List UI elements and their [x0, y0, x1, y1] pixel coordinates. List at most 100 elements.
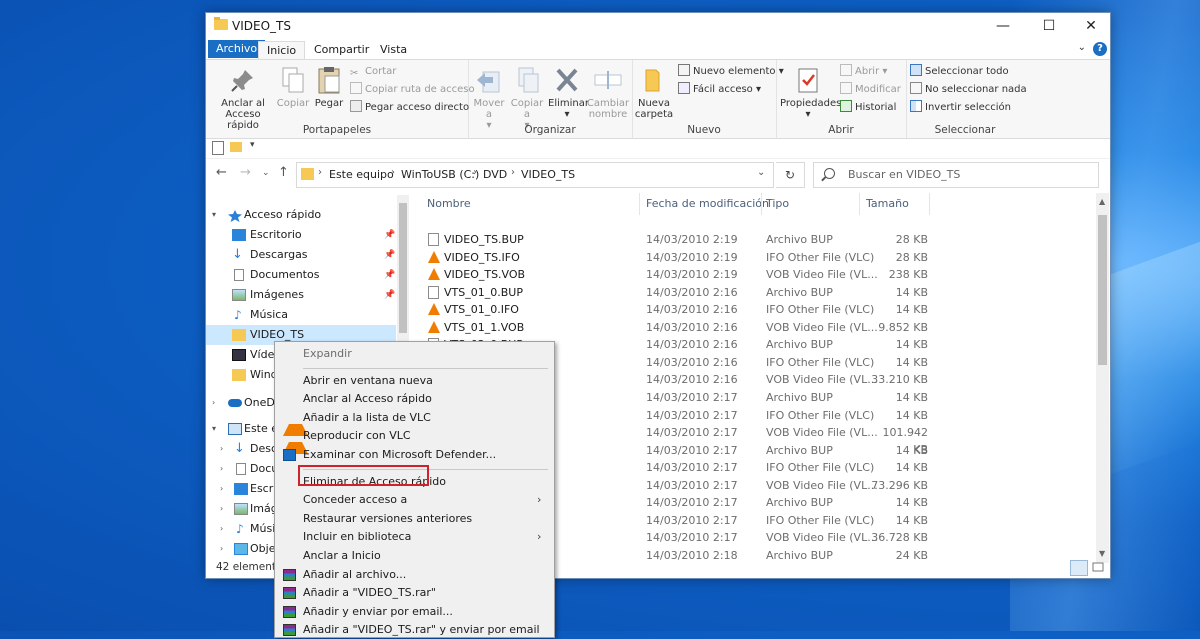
properties-button[interactable]: Propiedades ▾ [780, 64, 841, 120]
menu-item-anadir-al-archivo[interactable]: Añadir al archivo... [275, 566, 554, 584]
easy-access-button[interactable]: Fácil acceso ▾ [678, 82, 761, 98]
delete-button[interactable]: Eliminar ▾ [548, 64, 589, 120]
chevron-right-icon[interactable]: › [473, 167, 477, 178]
menu-item-incluir-en-biblioteca[interactable]: Incluir en biblioteca › [275, 528, 554, 546]
menu-item-abrir-en-ventana-nueva[interactable]: Abrir en ventana nueva [275, 372, 554, 390]
nav-documentos[interactable]: Documentos 📌 [206, 265, 396, 285]
nav-scroll-thumb[interactable] [399, 203, 407, 333]
recent-locations-icon[interactable]: ⌄ [262, 168, 270, 178]
nav-escritorio[interactable]: Escritorio 📌 [206, 225, 396, 245]
menu-item-anadir-y-enviar-por-email[interactable]: Añadir y enviar por email... [275, 603, 554, 621]
column-header-size[interactable]: Tamaño [866, 194, 909, 214]
breadcrumb-drive[interactable]: WinToUSB (C:) [401, 168, 479, 181]
menu-item-examinar-con-microsoft-defender[interactable]: Examinar con Microsoft Defender... [275, 446, 554, 464]
chevron-right-icon[interactable]: › [391, 167, 395, 178]
expand-arrow-icon[interactable]: › [220, 459, 223, 479]
column-divider[interactable] [859, 193, 860, 215]
table-row[interactable]: VTS_01_1.VOB 14/03/2010 2:16 VOB Video Fil… [411, 319, 1101, 336]
expand-arrow-icon[interactable]: › [212, 393, 215, 413]
paste-shortcut-button[interactable]: Pegar acceso directo [350, 100, 469, 116]
table-row[interactable]: VTS_01_0.IFO 14/03/2010 2:16 IFO Other Fil… [411, 301, 1101, 318]
rename-button[interactable]: Cambiar nombre [586, 64, 630, 120]
up-arrow-icon[interactable]: ↑ [278, 165, 289, 180]
invert-selection-button[interactable]: Invertir selección [910, 100, 1011, 116]
breadcrumb-este-equipo[interactable]: Este equipo [329, 168, 394, 181]
scroll-down-arrow-icon[interactable]: ▼ [1099, 549, 1105, 558]
scroll-up-arrow-icon[interactable]: ▲ [1099, 197, 1105, 206]
copy-button[interactable]: Copiar [276, 64, 310, 109]
refresh-icon[interactable]: ↻ [776, 162, 805, 188]
paste-button[interactable]: Pegar [312, 64, 346, 109]
copy-to-button[interactable]: Copiar a ▾ [508, 64, 546, 131]
maximize-button[interactable]: ☐ [1026, 13, 1072, 39]
open-button[interactable]: Abrir ▾ [840, 64, 887, 80]
tab-vista[interactable]: Vista [372, 41, 415, 59]
file-list-scrollbar[interactable]: ▲ ▼ [1096, 193, 1109, 563]
expand-arrow-icon[interactable]: › [220, 539, 223, 559]
expand-arrow-icon[interactable]: › [220, 479, 223, 499]
file-list-scroll-thumb[interactable] [1098, 215, 1107, 365]
customize-toolbar-icon[interactable]: ▾ [250, 140, 255, 150]
column-divider[interactable] [761, 193, 762, 215]
minimize-button[interactable]: — [980, 13, 1026, 39]
table-row[interactable]: VTS_01_0.BUP 14/03/2010 2:16 Archivo BUP 14… [411, 284, 1101, 301]
move-to-button[interactable]: Mover a ▾ [470, 64, 508, 131]
tab-compartir[interactable]: Compartir [306, 41, 377, 59]
select-all-button[interactable]: Seleccionar todo [910, 64, 1009, 80]
cut-button[interactable]: ✂ Cortar [350, 64, 396, 80]
breadcrumb-dvd[interactable]: DVD [483, 168, 507, 181]
menu-item-reproducir-con-vlc[interactable]: Reproducir con VLC [275, 427, 554, 455]
chevron-right-icon[interactable]: › [318, 167, 322, 178]
table-row[interactable]: VIDEO_TS.VOB 14/03/2010 2:19 VOB Video Fil… [411, 266, 1101, 283]
search-input[interactable]: Buscar en VIDEO_TS [813, 162, 1099, 188]
menu-item-anadir-a-video-ts-rar-y-enviar-por-email[interactable]: Añadir a "VIDEO_TS.rar" y enviar por ema… [275, 621, 554, 639]
table-row[interactable]: VIDEO_TS.IFO 14/03/2010 2:19 IFO Other Fil… [411, 249, 1101, 266]
help-icon[interactable]: ? [1093, 42, 1107, 56]
folder-small-icon[interactable] [230, 142, 242, 152]
expand-arrow-icon[interactable]: › [220, 499, 223, 519]
breadcrumb-video-ts[interactable]: VIDEO_TS [521, 168, 575, 181]
nav-descargas[interactable]: ↓ Descargas 📌 [206, 245, 396, 265]
edit-button[interactable]: Modificar [840, 82, 901, 98]
properties-small-icon[interactable] [212, 141, 224, 155]
column-header-type[interactable]: Tipo [766, 194, 789, 214]
expand-arrow-icon[interactable]: › [220, 519, 223, 539]
details-view-icon[interactable] [1070, 560, 1088, 576]
nav-imagenes[interactable]: Imágenes 📌 [206, 285, 396, 305]
address-bar[interactable]: › Este equipo › WinToUSB (C:) › DVD › VI… [296, 162, 774, 188]
menu-item-conceder-acceso-a[interactable]: Conceder acceso a › [275, 491, 554, 509]
menu-item-anclar-a-inicio[interactable]: Anclar a Inicio [275, 547, 554, 565]
nav-musica[interactable]: ♪ Música [206, 305, 396, 325]
column-header-name[interactable]: Nombre [427, 194, 471, 214]
title-bar[interactable]: VIDEO_TS — ☐ ✕ [206, 13, 1110, 39]
expand-arrow-icon[interactable]: › [220, 439, 223, 459]
menu-item-anclar-al-acceso-rapido[interactable]: Anclar al Acceso rápido [275, 390, 554, 408]
tab-inicio[interactable]: Inicio [258, 41, 306, 61]
forward-arrow-icon[interactable]: → [240, 165, 251, 180]
chevron-down-icon[interactable]: ⌄ [1078, 42, 1086, 53]
new-folder-button[interactable]: Nueva carpeta [634, 64, 674, 120]
close-button[interactable]: ✕ [1068, 13, 1110, 39]
nav-quick-access[interactable]: ▾ Acceso rápido [206, 205, 396, 225]
back-arrow-icon[interactable]: ← [216, 165, 227, 180]
menu-item-restaurar-versiones-anteriores[interactable]: Restaurar versiones anteriores [275, 510, 554, 528]
menu-item-anadir-a-video-ts-rar[interactable]: Añadir a "VIDEO_TS.rar" [275, 584, 554, 602]
address-dropdown-icon[interactable]: ⌄ [757, 167, 765, 178]
submenu-arrow-icon: › [537, 493, 542, 507]
expand-arrow-icon[interactable]: ▾ [212, 205, 216, 225]
chevron-right-icon[interactable]: › [511, 167, 515, 178]
column-divider[interactable] [639, 193, 640, 215]
table-row[interactable]: VIDEO_TS.BUP 14/03/2010 2:19 Archivo BUP 28… [411, 231, 1101, 248]
column-divider[interactable] [929, 193, 930, 215]
menu-item-expandir[interactable]: Expandir [275, 345, 554, 363]
pin-quick-access-button[interactable]: Anclar al Acceso rápido [212, 64, 274, 131]
history-button[interactable]: Historial [840, 100, 896, 116]
expand-arrow-icon[interactable]: ▾ [212, 419, 216, 439]
large-icons-view-icon[interactable] [1090, 560, 1106, 574]
new-item-button[interactable]: Nuevo elemento ▾ [678, 64, 784, 80]
copy-path-button[interactable]: Copiar ruta de acceso [350, 82, 475, 98]
column-header-date[interactable]: Fecha de modificación [646, 194, 769, 214]
select-none-button[interactable]: No seleccionar nada [910, 82, 1027, 98]
tab-archivo[interactable]: Archivo [208, 40, 266, 58]
menu-item-anadir-a-la-lista-de-vlc[interactable]: Añadir a la lista de VLC [275, 409, 554, 436]
